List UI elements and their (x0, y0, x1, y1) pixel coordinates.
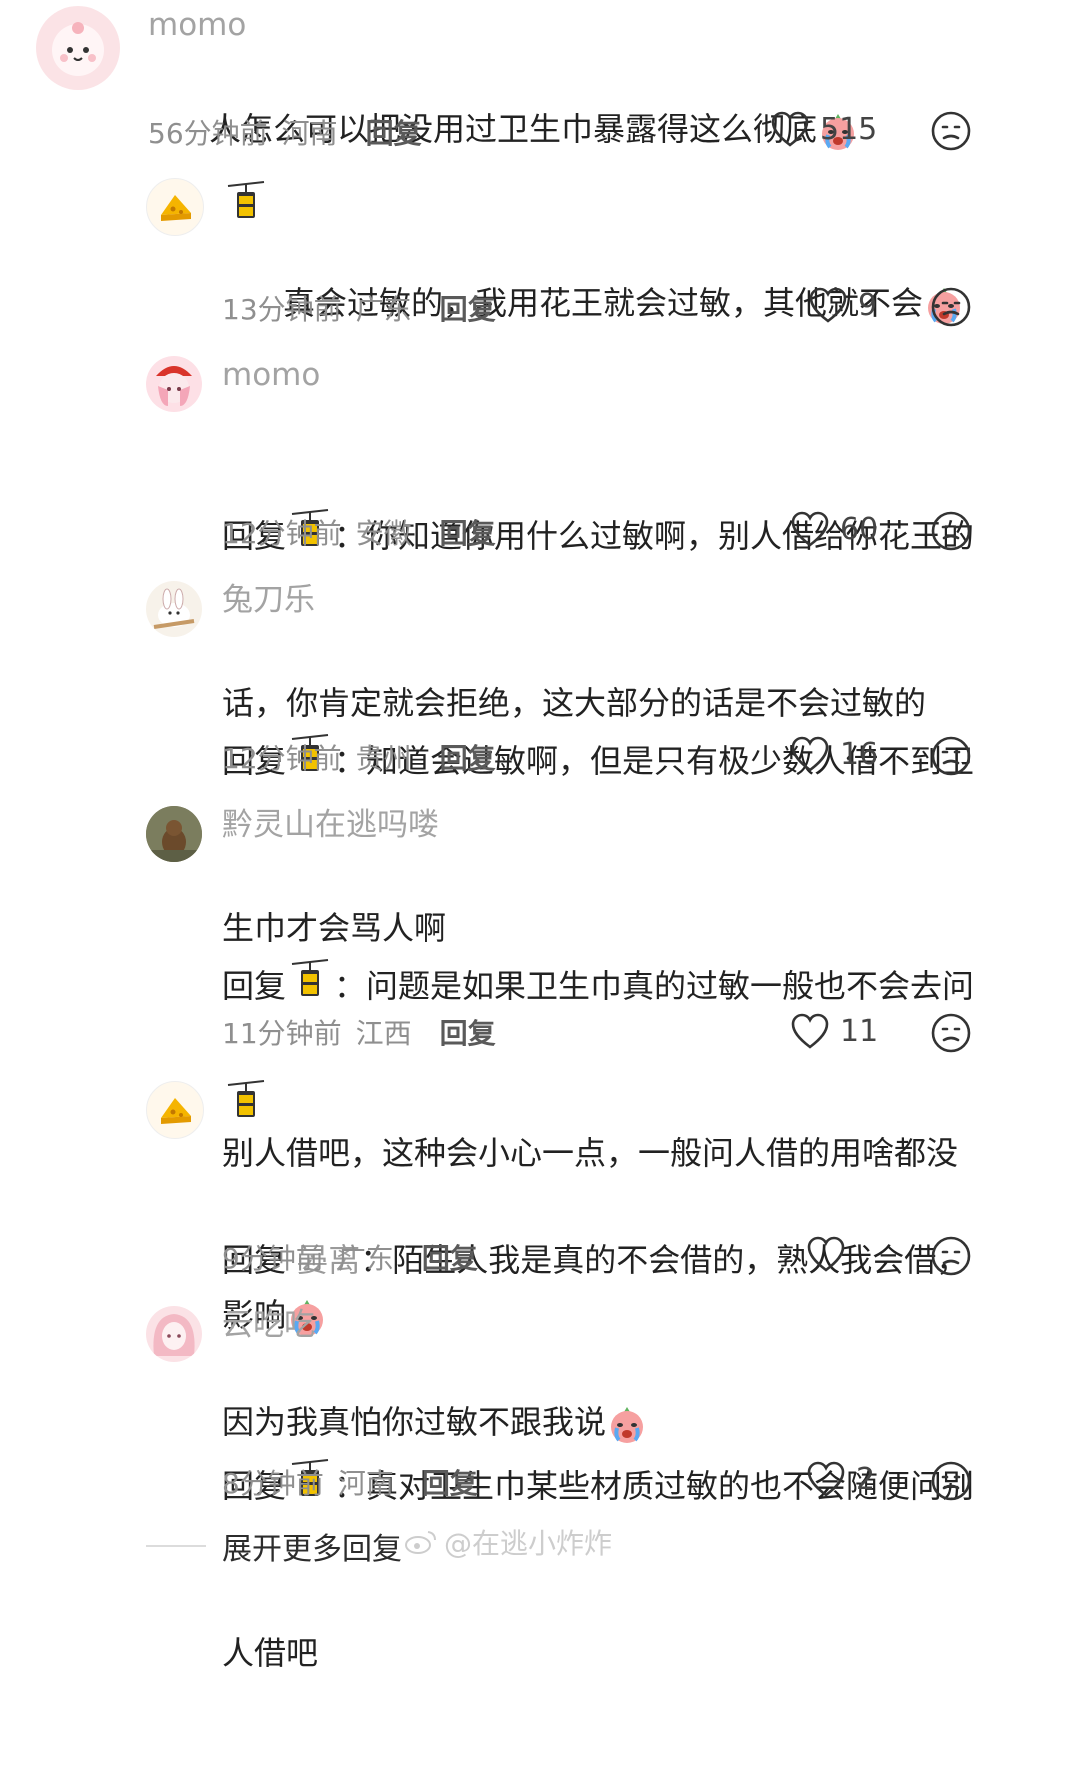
divider (146, 1545, 206, 1547)
avatar[interactable] (146, 581, 202, 637)
comment-author[interactable]: 兔刀乐 (222, 585, 315, 616)
heart-icon (807, 1236, 845, 1272)
comment-time: 11分钟前 (222, 1017, 342, 1050)
comment-region: 广东 (355, 293, 412, 326)
comment-time: 12分钟前 (222, 517, 342, 550)
comment-author[interactable]: momo (148, 10, 246, 41)
like-count: 16 (840, 736, 879, 772)
dislike-button[interactable] (930, 510, 972, 556)
expand-more-label: 展开更多回复 (222, 1532, 402, 1567)
like-count: 2 (856, 1461, 876, 1497)
reply-button[interactable]: 回复 (422, 1462, 478, 1502)
reply-item: momo 回复 ：你知道你用什么过敏啊，别人借给你花王的 话，你肯定就会拒绝，这大… (0, 350, 1080, 722)
dislike-button[interactable] (930, 1012, 972, 1058)
comment-meta: 8分钟前 河南 回复 (222, 1462, 478, 1502)
avatar[interactable] (146, 356, 202, 412)
comment-author[interactable] (222, 1079, 270, 1129)
avatar[interactable] (146, 178, 204, 236)
like-button[interactable] (806, 1235, 856, 1273)
dislike-button[interactable] (930, 1460, 972, 1506)
comment-meta: 56分钟前 河南 回复 (148, 112, 422, 152)
like-button[interactable]: 2 (806, 1460, 875, 1498)
comment-region: 广东 (337, 1242, 394, 1275)
comment-time: 56分钟前 (148, 117, 268, 150)
dislike-button[interactable] (930, 286, 972, 332)
dislike-button[interactable] (930, 735, 972, 781)
like-button[interactable]: 515 (770, 110, 877, 148)
comment-region: 江西 (355, 1017, 412, 1050)
heart-icon (807, 1461, 845, 1497)
avatar[interactable] (146, 1081, 204, 1139)
like-button[interactable]: 16 (790, 735, 878, 773)
like-count: 60 (840, 511, 879, 547)
reply-button[interactable]: 回复 (440, 1012, 496, 1052)
heart-icon (809, 287, 847, 323)
reply-item: 兔刀乐 回复 ：知道会过敏啊，但是只有极少数人借不到卫 生巾才会骂人啊 12分钟前… (0, 575, 1080, 947)
cable-car-icon (226, 1079, 266, 1129)
comment-meta: 11分钟前 江西 回复 (222, 1012, 496, 1052)
comment-time: 13分钟前 (222, 293, 342, 326)
reply-item: 黔灵山在逃吗喽 回复 ：问题是如果卫生巾真的过敏一般也不会去问 别人借吧，这种会小… (0, 800, 1080, 1336)
comment-thread: momo 人怎么可以把没用过卫生巾暴露得这么彻底 56分钟前 河南 回复 515… (0, 0, 1080, 1677)
comment-meta: 12分钟前 贵州 回复 (222, 737, 496, 777)
dislike-face-icon (931, 511, 971, 551)
reply-prefix: 回复 (222, 967, 287, 1005)
comment-region: 河南 (337, 1467, 394, 1500)
comment-author[interactable]: 云吃吃 (222, 1310, 315, 1341)
like-count: 11 (840, 1013, 879, 1049)
cable-car-icon (290, 958, 330, 1018)
reply-button[interactable]: 回复 (422, 1237, 478, 1277)
reply-button[interactable]: 回复 (366, 112, 422, 152)
like-button[interactable]: 11 (790, 1012, 878, 1050)
comment-body: ：问题是如果卫生巾真的过敏一般也不会去问 (334, 967, 975, 1005)
comment-region: 安徽 (355, 517, 412, 550)
reply-item: 云吃吃 回复 ：真对卫生巾某些材质过敏的也不会随便问别 人借吧 8分钟前 河南 回… (0, 1300, 1080, 1672)
heart-icon (791, 1013, 829, 1049)
comment-author[interactable]: momo (222, 360, 320, 391)
comment-meta: 12分钟前 安徽 回复 (222, 512, 496, 552)
watermark-text: @在逃小炸炸 (444, 1527, 613, 1560)
like-button[interactable]: 60 (790, 510, 878, 548)
comment-time: 9分钟前 (222, 1242, 324, 1275)
dislike-face-icon (931, 1461, 971, 1501)
like-button[interactable]: 9 (808, 286, 877, 324)
dislike-face-icon (931, 111, 971, 151)
comment-region: 贵州 (355, 742, 412, 775)
like-count: 515 (820, 111, 878, 147)
dislike-button[interactable] (930, 1235, 972, 1281)
heart-icon (771, 111, 809, 147)
avatar[interactable] (146, 806, 202, 862)
like-count: 9 (858, 287, 878, 323)
reply-button[interactable]: 回复 (440, 512, 496, 552)
dislike-face-icon (931, 736, 971, 776)
comment-region: 河南 (281, 117, 338, 150)
dislike-face-icon (931, 1013, 971, 1053)
comment-meta: 13分钟前 广东 回复 (222, 288, 496, 328)
comment-meta: 9分钟前 广东 回复 (222, 1237, 478, 1277)
dislike-face-icon (931, 1236, 971, 1276)
comment-body: 人借吧 (222, 1634, 319, 1672)
weibo-logo-icon (405, 1531, 436, 1554)
reply-button[interactable]: 回复 (440, 288, 496, 328)
reply-item: 真会过敏的，我用花王就会过敏，其他就不会 13分钟前 广东 回复 9 (0, 170, 1080, 350)
comment-text: 回复 ：真对卫生巾某些材质过敏的也不会随便问别 人借吧 (222, 1350, 1042, 1788)
watermark: @在逃小炸炸 (404, 1522, 612, 1562)
heart-icon (791, 736, 829, 772)
reply-item: 回复 晏离：陌生人我是真的不会借的，熟人我会借， 因为我真怕你过敏不跟我说 9分… (0, 1075, 1080, 1443)
expand-more-replies[interactable]: 展开更多回复 (146, 1524, 402, 1568)
dislike-button[interactable] (930, 110, 972, 156)
heart-icon (791, 511, 829, 547)
comment-author[interactable]: 黔灵山在逃吗喽 (222, 810, 439, 841)
comment-time: 12分钟前 (222, 742, 342, 775)
reply-button[interactable]: 回复 (440, 737, 496, 777)
dislike-face-icon (931, 287, 971, 327)
comment-item: momo 人怎么可以把没用过卫生巾暴露得这么彻底 56分钟前 河南 回复 515 (0, 0, 1080, 170)
avatar[interactable] (146, 1306, 202, 1362)
avatar[interactable] (36, 6, 120, 90)
comment-time: 8分钟前 (222, 1467, 324, 1500)
